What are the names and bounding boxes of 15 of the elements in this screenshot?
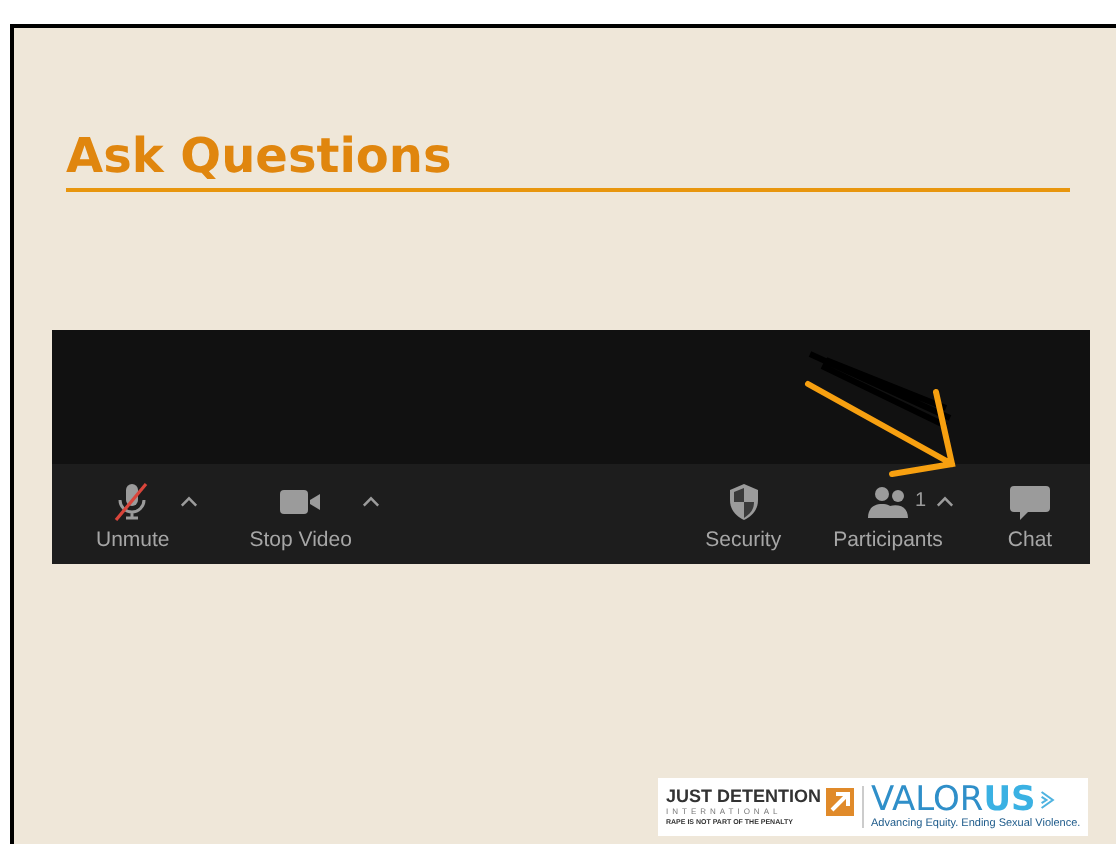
caret-icon[interactable] — [361, 496, 380, 508]
toolbar-button[interactable]: Stop Video — [249, 482, 352, 552]
participant-count: 1 — [914, 490, 926, 512]
caret-icon[interactable] — [936, 496, 954, 508]
logo-name: JUST DETENTION — [666, 786, 822, 806]
toolbar-button[interactable]: Security — [705, 482, 782, 552]
slide-title: Ask Questions — [66, 128, 452, 184]
logo-name: VALORUS — [871, 782, 1036, 818]
chevron-logo-icon — [1039, 790, 1056, 810]
toolbar-button[interactable]: Unmute — [96, 482, 170, 552]
chat-bubble-icon — [1006, 482, 1054, 522]
people-icon — [864, 482, 912, 522]
arrow-logo-icon — [825, 788, 854, 816]
caret-icon[interactable] — [179, 496, 198, 508]
toolbar-button[interactable]: Chat — [1006, 482, 1054, 552]
